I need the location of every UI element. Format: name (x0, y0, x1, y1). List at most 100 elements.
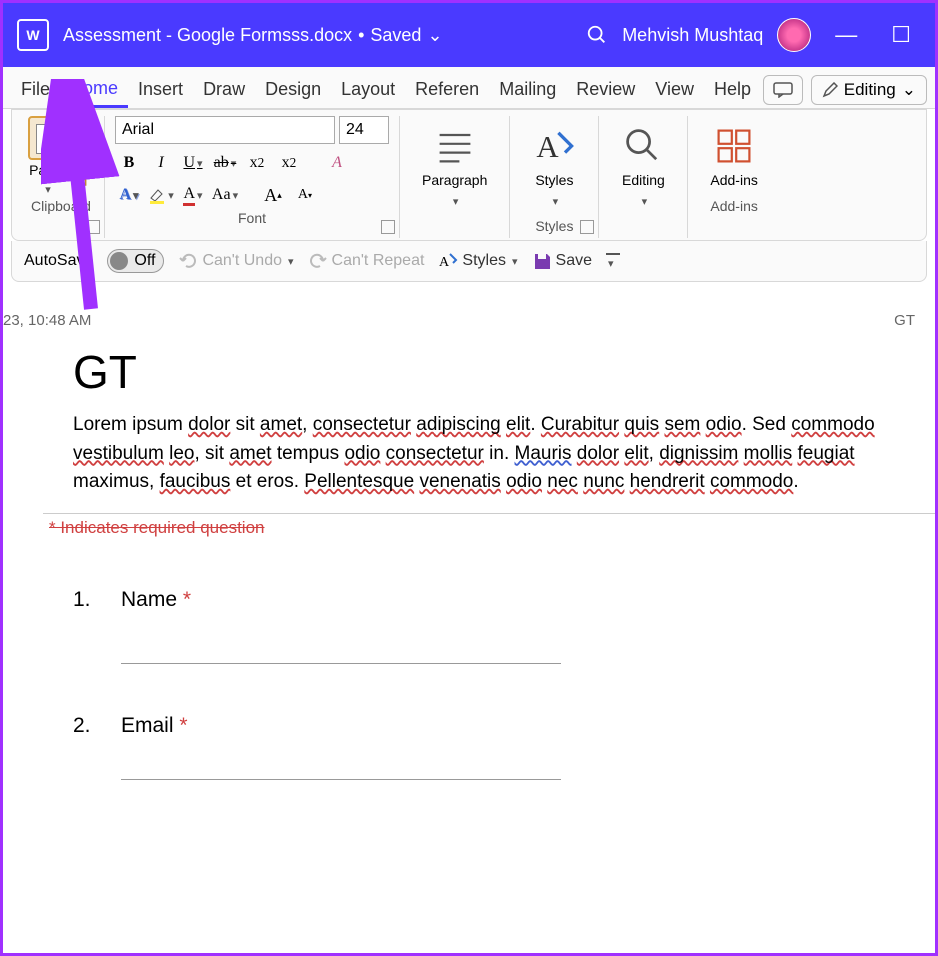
clipboard-icon (28, 116, 66, 160)
paste-button[interactable]: Paste (28, 116, 66, 196)
styles-qat-button[interactable]: A Styles (438, 251, 517, 271)
font-size-select[interactable] (339, 116, 389, 144)
question-label: Email (121, 714, 174, 737)
text-effects-button[interactable]: A (115, 182, 143, 208)
title-bar: W Assessment - Google Formsss.docx • Sav… (3, 3, 935, 67)
header-timestamp: 23, 10:48 AM (3, 312, 91, 329)
user-name[interactable]: Mehvish Mushtaq (622, 25, 763, 46)
group-editing: Editing (599, 116, 688, 238)
minimize-button[interactable]: — (825, 22, 867, 48)
autosave-label: AutoSave (24, 252, 93, 270)
question-number: 1. (73, 588, 101, 612)
font-dialog-launcher[interactable] (381, 220, 395, 234)
copy-icon[interactable] (72, 148, 94, 168)
tab-mailings[interactable]: Mailing (489, 73, 566, 106)
chevron-down-icon[interactable]: ⌄ (427, 25, 442, 46)
group-label-addins: Add-ins (710, 198, 757, 214)
group-label-font: Font (238, 210, 266, 226)
styles-icon: A (532, 124, 576, 168)
tab-help[interactable]: Help (704, 73, 761, 106)
shrink-font-button[interactable]: A▾ (291, 182, 319, 208)
tab-view[interactable]: View (645, 73, 704, 106)
editing-mode-button[interactable]: Editing ⌄ (811, 75, 927, 105)
group-paragraph: Paragraph (400, 116, 510, 238)
save-status: Saved (370, 25, 421, 46)
question-number: 2. (73, 714, 101, 738)
grow-font-button[interactable]: A▴ (259, 182, 287, 208)
toggle-knob (110, 252, 128, 270)
tab-draw[interactable]: Draw (193, 73, 255, 106)
required-note[interactable]: * Indicates required question (49, 514, 915, 538)
clear-formatting-button[interactable]: A (323, 150, 351, 176)
tab-design[interactable]: Design (255, 73, 331, 106)
change-case-button[interactable]: Aa (211, 182, 239, 208)
document-title[interactable]: Assessment - Google Formsss.docx • Saved… (63, 25, 443, 46)
addins-icon (712, 124, 756, 168)
ribbon: Paste Clipboard B I U ab x2 (11, 109, 927, 241)
tab-insert[interactable]: Insert (128, 73, 193, 106)
autosave-toggle[interactable]: Off (107, 249, 164, 273)
question-2[interactable]: 2. Email * (73, 714, 915, 738)
qat-customize-button[interactable] (606, 253, 620, 270)
font-color-button[interactable]: A (179, 182, 207, 208)
font-name-select[interactable] (115, 116, 335, 144)
search-icon[interactable] (586, 24, 608, 46)
addins-button[interactable]: Add-ins (698, 116, 769, 196)
styles-button[interactable]: A Styles (520, 116, 588, 216)
styles-dialog-launcher[interactable] (580, 220, 594, 234)
svg-text:A: A (537, 130, 560, 164)
paste-label: Paste (29, 162, 65, 178)
doc-paragraph[interactable]: Lorem ipsum dolor sit amet, consectetur … (73, 411, 915, 497)
comment-icon (773, 82, 793, 98)
header-title: GT (894, 312, 915, 329)
required-star: * (183, 588, 191, 611)
tab-file[interactable]: File (11, 73, 60, 106)
tab-references[interactable]: Referen (405, 73, 489, 106)
editing-group-button[interactable]: Editing (609, 116, 677, 216)
bold-button[interactable]: B (115, 150, 143, 176)
chevron-down-icon: ⌄ (902, 80, 916, 100)
document-area[interactable]: 23, 10:48 AM GT GT Lorem ipsum dolor sit… (3, 282, 935, 912)
question-label: Name (121, 588, 177, 611)
chevron-down-icon (640, 192, 648, 208)
tab-layout[interactable]: Layout (331, 73, 405, 106)
group-font: B I U ab x2 x2 A A A Aa A▴ A▾ Font (105, 116, 400, 238)
undo-icon (178, 251, 198, 271)
strikethrough-button[interactable]: ab (211, 150, 239, 176)
maximize-button[interactable]: ☐ (881, 22, 921, 48)
format-painter-icon[interactable] (72, 176, 94, 196)
tab-home[interactable]: Home (60, 72, 128, 108)
svg-text:A: A (439, 255, 450, 270)
redo-button: Can't Repeat (308, 251, 425, 271)
highlight-button[interactable] (147, 182, 175, 208)
redo-icon (308, 251, 328, 271)
group-styles: A Styles Styles (510, 116, 599, 238)
save-button[interactable]: Save (532, 251, 592, 271)
doc-title[interactable]: GT (73, 345, 915, 399)
subscript-button[interactable]: x2 (243, 150, 271, 176)
italic-button[interactable]: I (147, 150, 175, 176)
styles-icon: A (438, 251, 458, 271)
paragraph-button[interactable]: Paragraph (410, 116, 499, 216)
save-icon (532, 251, 552, 271)
autosave-state: Off (134, 252, 155, 270)
cut-icon[interactable] (72, 120, 94, 140)
superscript-button[interactable]: x2 (275, 150, 303, 176)
pencil-icon (822, 82, 838, 98)
underline-button[interactable]: U (179, 150, 207, 176)
user-avatar[interactable] (777, 18, 811, 52)
answer-line-2[interactable] (121, 778, 561, 780)
group-label-styles: Styles (535, 218, 573, 234)
filename-text: Assessment - Google Formsss.docx (63, 25, 352, 46)
answer-line-1[interactable] (121, 662, 561, 664)
ribbon-tabs: File Home Insert Draw Design Layout Refe… (3, 67, 935, 109)
clipboard-dialog-launcher[interactable] (86, 220, 100, 234)
comments-button[interactable] (763, 75, 803, 105)
group-label-clipboard: Clipboard (31, 198, 91, 214)
page-header: 23, 10:48 AM GT (3, 312, 935, 345)
tab-review[interactable]: Review (566, 73, 645, 106)
find-icon (621, 124, 665, 168)
question-1[interactable]: 1. Name * (73, 588, 915, 612)
word-app-icon: W (17, 19, 49, 51)
chevron-down-icon (551, 192, 559, 208)
